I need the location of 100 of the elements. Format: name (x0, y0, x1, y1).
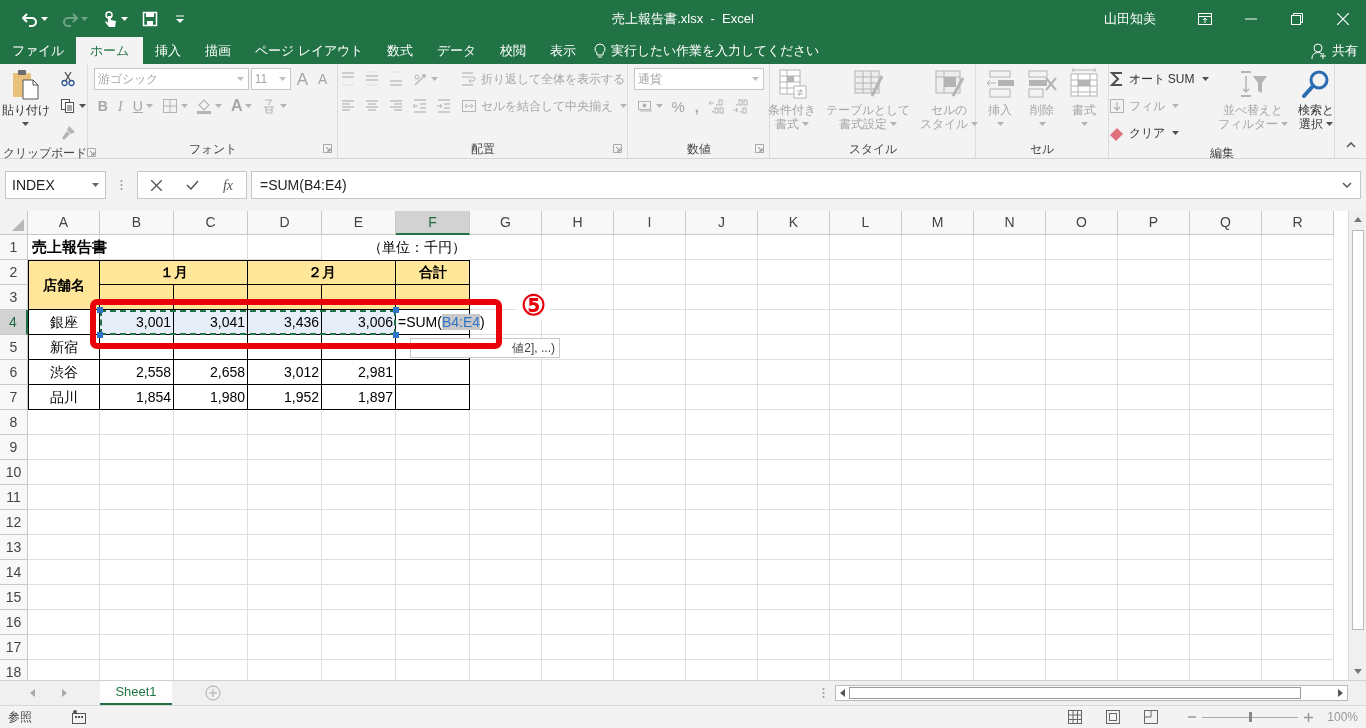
caret-icon (280, 104, 288, 108)
group-label: 編集 (1209, 145, 1234, 162)
scrollbar-thumb[interactable] (849, 687, 1301, 699)
row-header[interactable]: 12 (0, 510, 28, 535)
formula-input[interactable]: =SUM(B4:E4) (251, 171, 1361, 199)
scrollbar-thumb[interactable] (1351, 230, 1364, 630)
row-header[interactable]: 17 (0, 635, 28, 660)
name-box[interactable]: INDEX (5, 171, 106, 199)
caret-icon (801, 122, 809, 126)
dialog-launcher-button[interactable] (613, 143, 624, 155)
sigma-icon (1108, 71, 1125, 87)
vertical-scrollbar[interactable] (1348, 211, 1366, 680)
ribbon-tab[interactable]: 描画 (193, 37, 243, 64)
ribbon-tab[interactable]: ファイル (0, 37, 76, 64)
ribbon-tab[interactable]: 校閲 (487, 37, 538, 64)
caret-icon (180, 104, 188, 108)
column-header[interactable]: A (28, 211, 100, 235)
column-header[interactable]: B (100, 211, 174, 235)
column-header[interactable]: L (830, 211, 902, 235)
align-center-icon (363, 98, 380, 114)
caret-icon (1038, 122, 1046, 126)
caret-icon (245, 104, 253, 108)
save-icon (142, 10, 158, 27)
column-header[interactable]: R (1262, 211, 1334, 235)
row-header[interactable]: 5 (0, 335, 28, 360)
share-button[interactable]: 共有 (1311, 37, 1366, 64)
row-header[interactable]: 9 (0, 435, 28, 460)
ribbon-button[interactable]: クリア (1106, 122, 1181, 144)
row-header[interactable]: 13 (0, 535, 28, 560)
insert-function-button[interactable]: fx (210, 172, 246, 198)
ribbon-tab[interactable]: ページ レイアウト (243, 37, 375, 64)
close-icon (150, 179, 162, 191)
row-header[interactable]: 1 (0, 235, 28, 260)
table-cell: 新宿 (28, 335, 100, 360)
column-header[interactable]: H (542, 211, 614, 235)
column-header[interactable]: D (248, 211, 322, 235)
ribbon-button[interactable]: 貼り付け (0, 68, 53, 126)
row-header[interactable]: 10 (0, 460, 28, 485)
ribbon-tab[interactable]: 表示 (537, 37, 588, 64)
select-all-button[interactable] (0, 211, 28, 235)
launcher-icon (323, 143, 332, 153)
column-header[interactable]: E (322, 211, 396, 235)
range-handle[interactable] (97, 307, 103, 313)
table-cell: 1,980 (174, 385, 248, 410)
ribbon-button[interactable]: オート SUM (1106, 68, 1211, 90)
row-header[interactable]: 3 (0, 285, 28, 310)
row-header[interactable]: 4 (0, 310, 28, 335)
row-header[interactable]: 7 (0, 385, 28, 410)
column-header[interactable]: Q (1190, 211, 1262, 235)
row-header[interactable]: 6 (0, 360, 28, 385)
text-angle-icon (411, 71, 428, 87)
range-handle[interactable] (97, 332, 103, 338)
sheet-title: 売上報告書 (31, 237, 108, 258)
table-cell: 銀座 (28, 310, 100, 335)
column-header[interactable]: G (470, 211, 542, 235)
row-header[interactable]: 2 (0, 260, 28, 285)
ribbon-tab[interactable]: 数式 (374, 37, 425, 64)
column-header[interactable]: I (614, 211, 686, 235)
table-cell: 3,012 (248, 360, 322, 385)
column-header[interactable]: N (974, 211, 1046, 235)
column-header[interactable]: K (758, 211, 830, 235)
caret-icon (22, 122, 29, 126)
row-header[interactable]: 14 (0, 560, 28, 585)
banknote-icon (636, 98, 653, 114)
ribbon-button[interactable]: 検索と 選択 (1294, 68, 1337, 131)
row-header[interactable]: 16 (0, 610, 28, 635)
chevron-down-icon (1342, 182, 1352, 188)
sheet-tab[interactable]: Sheet1 (100, 681, 172, 705)
caret-icon (655, 104, 663, 108)
align-top-icon (339, 71, 356, 87)
column-header[interactable]: C (174, 211, 248, 235)
zoom-in-button[interactable] (1304, 712, 1314, 722)
column-header[interactable]: F (396, 211, 470, 235)
horizontal-scrollbar[interactable] (835, 685, 1348, 701)
ribbon-tab[interactable]: データ (424, 37, 488, 64)
table-cell: 3,041 (174, 310, 248, 335)
range-handle[interactable] (393, 332, 399, 338)
range-handle[interactable] (393, 307, 399, 313)
row-header[interactable]: 11 (0, 485, 28, 510)
caret-icon (1201, 77, 1209, 81)
zoom-slider-thumb[interactable] (1249, 711, 1253, 722)
caret-icon (145, 104, 153, 108)
new-sheet-button[interactable] (205, 685, 221, 701)
row-header[interactable]: 8 (0, 410, 28, 435)
dialog-launcher-button[interactable] (323, 143, 334, 155)
column-header[interactable]: M (902, 211, 974, 235)
group-label: クリップボード (3, 145, 87, 162)
column-header[interactable]: P (1118, 211, 1190, 235)
row-header[interactable]: 18 (0, 660, 28, 680)
ribbon-tab[interactable]: 挿入 (143, 37, 193, 64)
column-header[interactable]: O (1046, 211, 1118, 235)
group-label: スタイル (848, 141, 897, 158)
tell-me-field[interactable]: 実行したい作業を入力してください (593, 37, 819, 64)
macro-record-button[interactable] (72, 710, 86, 724)
row-header[interactable]: 15 (0, 585, 28, 610)
column-header[interactable]: J (686, 211, 758, 235)
dialog-launcher-button[interactable] (755, 143, 766, 155)
ribbon-tab[interactable]: ホーム (76, 37, 143, 64)
dialog-launcher-button[interactable] (87, 147, 98, 159)
caret-icon (214, 104, 222, 108)
